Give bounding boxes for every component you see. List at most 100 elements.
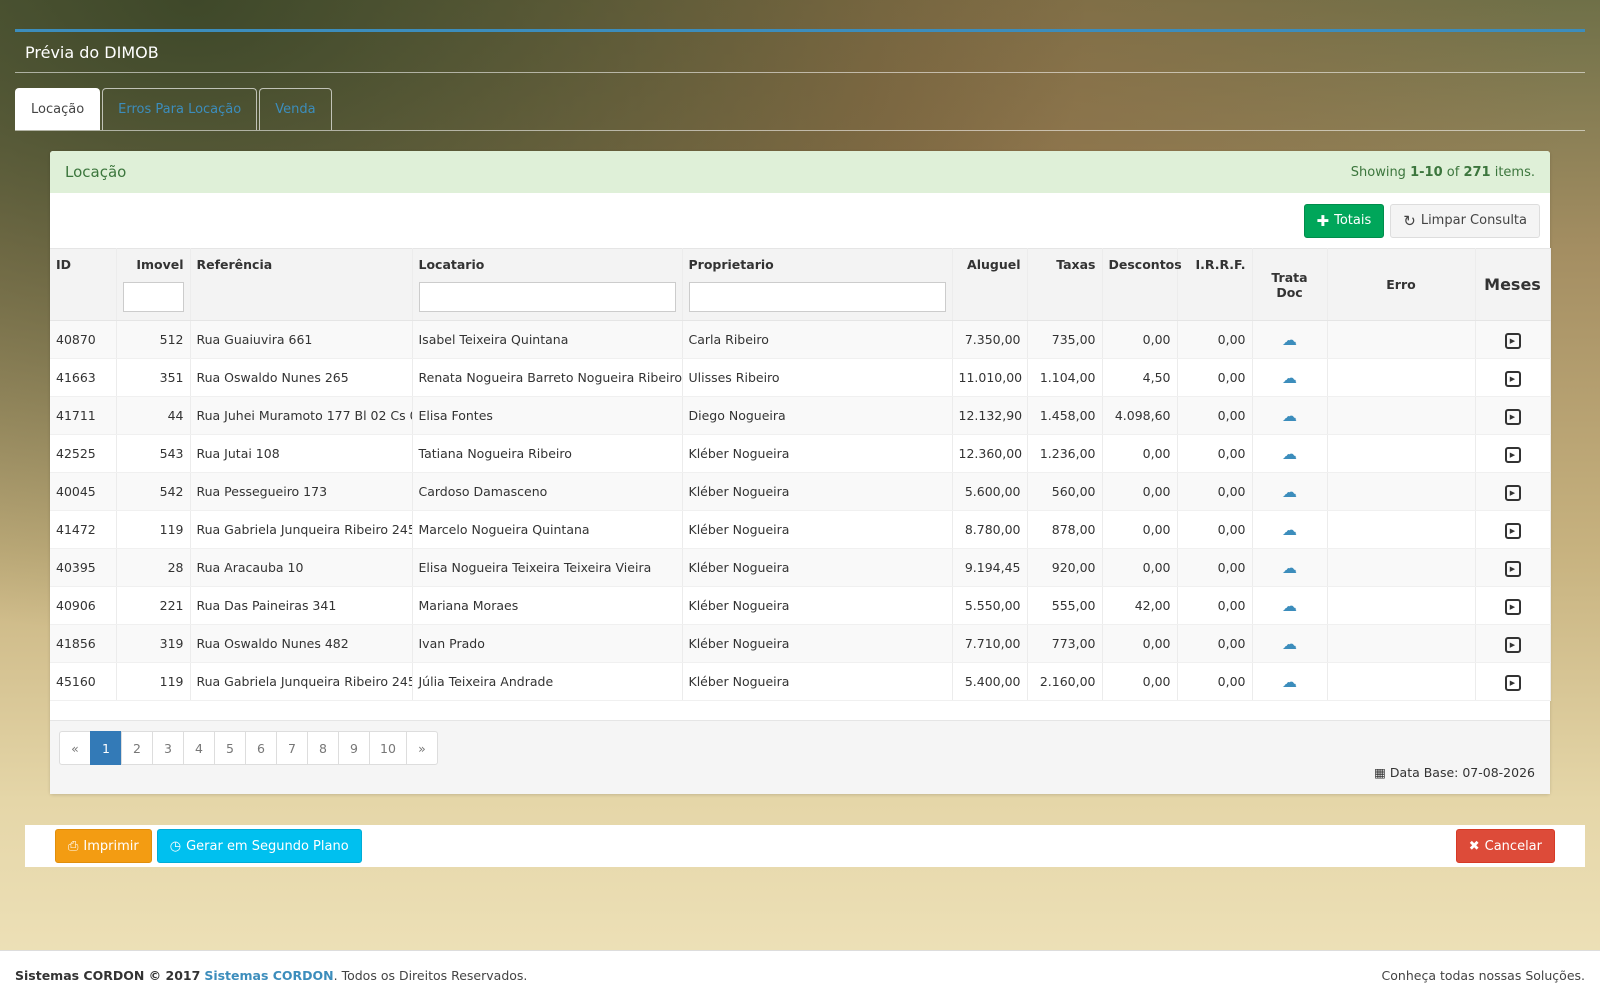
table-row[interactable]: 45160 119 Rua Gabriela Junqueira Ribeiro 2… bbox=[50, 662, 1551, 701]
cell-taxas: 555,00 bbox=[1027, 586, 1103, 625]
play-square-icon[interactable]: ▶ bbox=[1504, 522, 1521, 539]
table-row[interactable]: 41711 44 Rua Juhei Muramoto 177 Bl 02 Cs 0… bbox=[50, 396, 1551, 435]
imovel-filter-input[interactable] bbox=[122, 282, 184, 312]
pagination-page-9[interactable]: 9 bbox=[338, 731, 370, 765]
imprimir-button[interactable]: ⎙ Imprimir bbox=[55, 829, 152, 863]
tab-locacao[interactable]: Locação bbox=[15, 88, 101, 130]
cell-trata-doc: ☁ bbox=[1252, 586, 1328, 625]
pagination-page-7[interactable]: 7 bbox=[276, 731, 308, 765]
cloud-upload-icon[interactable]: ☁ bbox=[1282, 521, 1297, 539]
pagination-page-5[interactable]: 5 bbox=[214, 731, 246, 765]
cell-aluguel: 7.710,00 bbox=[952, 624, 1028, 663]
cell-id: 42525 bbox=[50, 434, 117, 473]
col-imovel[interactable]: Imovel bbox=[116, 248, 191, 321]
totais-button[interactable]: ✚ Totais bbox=[1303, 203, 1385, 238]
cell-proprietario: Kléber Nogueira bbox=[682, 586, 953, 625]
gerar-segundo-plano-button[interactable]: ◷ Gerar em Segundo Plano bbox=[156, 829, 362, 863]
cloud-upload-icon[interactable]: ☁ bbox=[1282, 635, 1297, 653]
pagination-page-3[interactable]: 3 bbox=[152, 731, 184, 765]
cell-trata-doc: ☁ bbox=[1252, 396, 1328, 435]
pagination-prev[interactable]: « bbox=[59, 731, 91, 765]
footer-rights: . Todos os Direitos Reservados. bbox=[333, 968, 528, 983]
clock-icon: ◷ bbox=[169, 838, 182, 854]
pagination-page-6[interactable]: 6 bbox=[245, 731, 277, 765]
cell-id: 40045 bbox=[50, 472, 117, 511]
cloud-upload-icon[interactable]: ☁ bbox=[1282, 597, 1297, 615]
col-aluguel[interactable]: Aluguel bbox=[952, 248, 1028, 321]
locatario-filter-input[interactable] bbox=[418, 282, 676, 312]
cell-erro bbox=[1327, 320, 1476, 359]
cell-aluguel: 11.010,00 bbox=[952, 358, 1028, 397]
cell-descontos: 0,00 bbox=[1102, 510, 1178, 549]
col-trata-doc: Trata Doc bbox=[1252, 248, 1328, 321]
tab-bar: Locação Erros Para Locação Venda bbox=[15, 88, 1585, 131]
pagination-page-10[interactable]: 10 bbox=[369, 731, 407, 765]
table-row[interactable]: 42525 543 Rua Jutai 108 Tatiana Nogueira Ri… bbox=[50, 434, 1551, 473]
col-referencia[interactable]: Referência bbox=[190, 248, 413, 321]
play-square-icon[interactable]: ▶ bbox=[1504, 674, 1521, 691]
pagination-next[interactable]: » bbox=[405, 731, 438, 765]
col-imovel-label: Imovel bbox=[136, 257, 184, 272]
col-locatario[interactable]: Locatario bbox=[412, 248, 683, 321]
play-square-icon[interactable]: ▶ bbox=[1504, 408, 1521, 425]
cell-id: 40870 bbox=[50, 320, 117, 359]
cell-imovel: 542 bbox=[116, 472, 191, 511]
col-id[interactable]: ID bbox=[50, 248, 117, 321]
cell-descontos: 0,00 bbox=[1102, 472, 1178, 511]
col-proprietario[interactable]: Proprietario bbox=[682, 248, 953, 321]
cloud-upload-icon[interactable]: ☁ bbox=[1282, 483, 1297, 501]
play-square-icon[interactable]: ▶ bbox=[1504, 332, 1521, 349]
footer-link[interactable]: Sistemas CORDON bbox=[204, 968, 333, 983]
summary-total: 271 bbox=[1463, 164, 1491, 180]
cell-proprietario: Kléber Nogueira bbox=[682, 472, 953, 511]
proprietario-filter-input[interactable] bbox=[688, 282, 946, 312]
cell-taxas: 735,00 bbox=[1027, 320, 1103, 359]
print-icon: ⎙ bbox=[68, 838, 79, 854]
pagination-page-2[interactable]: 2 bbox=[121, 731, 153, 765]
tab-erros-para-locacao[interactable]: Erros Para Locação bbox=[102, 88, 258, 130]
table-row[interactable]: 41472 119 Rua Gabriela Junqueira Ribeiro 2… bbox=[50, 510, 1551, 549]
table-row[interactable]: 40870 512 Rua Guaiuvira 661 Isabel Teixeira… bbox=[50, 320, 1551, 359]
cell-taxas: 560,00 bbox=[1027, 472, 1103, 511]
play-square-icon[interactable]: ▶ bbox=[1504, 370, 1521, 387]
play-square-icon[interactable]: ▶ bbox=[1504, 484, 1521, 501]
cell-locatario: Elisa Fontes bbox=[412, 396, 683, 435]
pagination-page-4[interactable]: 4 bbox=[183, 731, 215, 765]
pagination-page-8[interactable]: 8 bbox=[307, 731, 339, 765]
play-square-icon[interactable]: ▶ bbox=[1504, 636, 1521, 653]
play-square-icon[interactable]: ▶ bbox=[1504, 560, 1521, 577]
cell-imovel: 512 bbox=[116, 320, 191, 359]
footer-right[interactable]: Conheça todas nossas Soluções. bbox=[1382, 968, 1585, 983]
col-proprietario-label: Proprietario bbox=[688, 257, 774, 272]
tab-venda[interactable]: Venda bbox=[259, 88, 332, 130]
pagination-page-1[interactable]: 1 bbox=[90, 731, 122, 765]
col-irrf[interactable]: I.R.R.F. bbox=[1177, 248, 1253, 321]
play-square-icon[interactable]: ▶ bbox=[1504, 446, 1521, 463]
cloud-upload-icon[interactable]: ☁ bbox=[1282, 559, 1297, 577]
page-footer: Sistemas CORDON © 2017 Sistemas CORDON. … bbox=[0, 950, 1600, 1000]
table-row[interactable]: 40906 221 Rua Das Paineiras 341 Mariana Mor… bbox=[50, 586, 1551, 625]
play-square-icon[interactable]: ▶ bbox=[1504, 598, 1521, 615]
cloud-upload-icon[interactable]: ☁ bbox=[1282, 673, 1297, 691]
cell-descontos: 4,50 bbox=[1102, 358, 1178, 397]
cell-descontos: 0,00 bbox=[1102, 624, 1178, 663]
cell-trata-doc: ☁ bbox=[1252, 510, 1328, 549]
cloud-upload-icon[interactable]: ☁ bbox=[1282, 369, 1297, 387]
cell-erro bbox=[1327, 662, 1476, 701]
table-row[interactable]: 40395 28 Rua Aracauba 10 Elisa Nogueira Tei… bbox=[50, 548, 1551, 587]
cloud-upload-icon[interactable]: ☁ bbox=[1282, 331, 1297, 349]
cell-proprietario: Kléber Nogueira bbox=[682, 624, 953, 663]
cloud-upload-icon[interactable]: ☁ bbox=[1282, 407, 1297, 425]
table-row[interactable]: 40045 542 Rua Pessegueiro 173 Cardoso Damas… bbox=[50, 472, 1551, 511]
cancelar-button[interactable]: ✖ Cancelar bbox=[1455, 829, 1555, 863]
col-taxas[interactable]: Taxas bbox=[1027, 248, 1103, 321]
cell-descontos: 0,00 bbox=[1102, 320, 1178, 359]
summary-prefix: Showing bbox=[1350, 164, 1406, 180]
cloud-upload-icon[interactable]: ☁ bbox=[1282, 445, 1297, 463]
table-row[interactable]: 41663 351 Rua Oswaldo Nunes 265 Renata Nogu… bbox=[50, 358, 1551, 397]
table-row[interactable]: 41856 319 Rua Oswaldo Nunes 482 Ivan Prado K… bbox=[50, 624, 1551, 663]
cell-meses: ▶ bbox=[1475, 320, 1551, 359]
col-descontos[interactable]: Descontos bbox=[1102, 248, 1182, 321]
limpar-consulta-button[interactable]: ↻ Limpar Consulta bbox=[1390, 203, 1540, 238]
cancelar-label: Cancelar bbox=[1484, 838, 1542, 854]
